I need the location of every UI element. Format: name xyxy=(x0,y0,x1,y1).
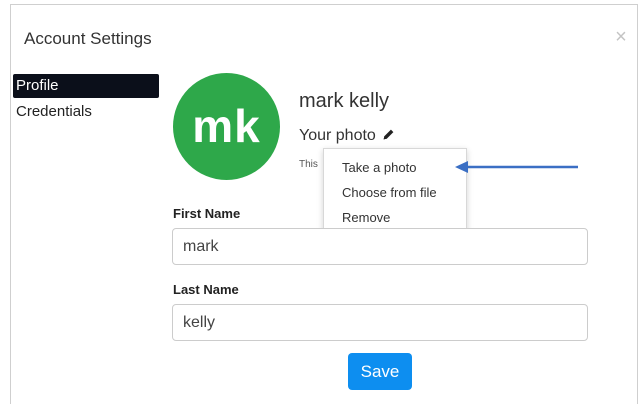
your-photo-button[interactable]: Your photo xyxy=(299,127,395,145)
close-icon[interactable]: × xyxy=(613,27,629,47)
sidebar-item-profile[interactable]: Profile xyxy=(13,74,159,98)
menu-item-choose-file[interactable]: Choose from file xyxy=(324,180,466,205)
last-name-label: Last Name xyxy=(173,282,239,297)
last-name-field[interactable] xyxy=(172,304,588,341)
annotation-arrow-icon xyxy=(455,161,578,173)
menu-item-remove[interactable]: Remove xyxy=(324,205,466,230)
sidebar-item-credentials[interactable]: Credentials xyxy=(13,100,159,124)
avatar[interactable]: mk xyxy=(173,73,280,180)
first-name-label: First Name xyxy=(173,206,241,221)
pencil-icon xyxy=(383,129,394,140)
dialog-title: Account Settings xyxy=(24,29,152,48)
your-photo-label: Your photo xyxy=(299,127,376,144)
user-name: mark kelly xyxy=(299,90,390,112)
first-name-field[interactable] xyxy=(172,228,588,265)
save-button[interactable]: Save xyxy=(348,353,412,390)
settings-sidebar: Profile Credentials xyxy=(13,74,159,126)
photo-options-menu: Take a photo Choose from file Remove xyxy=(323,148,467,234)
menu-item-take-photo[interactable]: Take a photo xyxy=(324,155,466,180)
photo-hint-text: This xyxy=(299,159,318,170)
